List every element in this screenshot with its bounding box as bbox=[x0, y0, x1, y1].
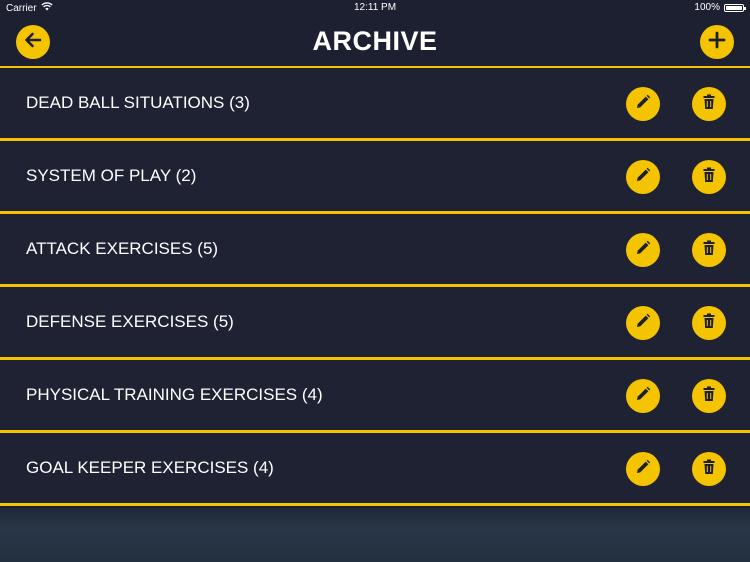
battery-icon bbox=[724, 3, 746, 12]
status-bar: Carrier 12:11 PM 100% bbox=[0, 0, 750, 16]
list-item-label: SYSTEM OF PLAY (2) bbox=[26, 166, 197, 185]
trash-icon bbox=[700, 239, 718, 262]
archive-list: DEAD BALL SITUATIONS (3) SYSTEM OF PLAY … bbox=[0, 68, 750, 506]
pencil-icon bbox=[634, 458, 652, 481]
list-item[interactable]: SYSTEM OF PLAY (2) bbox=[0, 141, 750, 214]
delete-button[interactable] bbox=[692, 452, 726, 486]
delete-button[interactable] bbox=[692, 87, 726, 121]
battery-level bbox=[726, 5, 742, 10]
delete-button[interactable] bbox=[692, 379, 726, 413]
pencil-icon bbox=[634, 312, 652, 335]
list-item-label: DEAD BALL SITUATIONS (3) bbox=[26, 93, 250, 112]
edit-button[interactable] bbox=[626, 379, 660, 413]
header: ARCHIVE bbox=[0, 16, 750, 68]
list-item[interactable]: PHYSICAL TRAINING EXERCISES (4) bbox=[0, 360, 750, 433]
battery-label: 100% bbox=[694, 2, 720, 13]
list-item-label: DEFENSE EXERCISES (5) bbox=[26, 312, 234, 331]
add-button[interactable] bbox=[700, 25, 734, 59]
trash-icon bbox=[700, 166, 718, 189]
pencil-icon bbox=[634, 93, 652, 116]
edit-button[interactable] bbox=[626, 160, 660, 194]
edit-button[interactable] bbox=[626, 306, 660, 340]
edit-button[interactable] bbox=[626, 87, 660, 121]
delete-button[interactable] bbox=[692, 306, 726, 340]
list-item[interactable]: DEFENSE EXERCISES (5) bbox=[0, 287, 750, 360]
list-item-label: PHYSICAL TRAINING EXERCISES (4) bbox=[26, 385, 323, 404]
status-time: 12:11 PM bbox=[353, 2, 397, 13]
trash-icon bbox=[700, 458, 718, 481]
pencil-icon bbox=[634, 385, 652, 408]
pencil-icon bbox=[634, 239, 652, 262]
plus-icon bbox=[707, 30, 727, 55]
trash-icon bbox=[700, 312, 718, 335]
edit-button[interactable] bbox=[626, 452, 660, 486]
list-item[interactable]: ATTACK EXERCISES (5) bbox=[0, 214, 750, 287]
background-image-area bbox=[0, 508, 750, 562]
list-item-label: GOAL KEEPER EXERCISES (4) bbox=[26, 458, 274, 477]
trash-icon bbox=[700, 385, 718, 408]
page-title: ARCHIVE bbox=[312, 26, 438, 56]
archive-screen: Carrier 12:11 PM 100% ARCHIVE DEAD BALL … bbox=[0, 0, 750, 562]
list-item[interactable]: GOAL KEEPER EXERCISES (4) bbox=[0, 433, 750, 506]
pencil-icon bbox=[634, 166, 652, 189]
edit-button[interactable] bbox=[626, 233, 660, 267]
status-right: 100% bbox=[694, 2, 746, 13]
list-item[interactable]: DEAD BALL SITUATIONS (3) bbox=[0, 68, 750, 141]
trash-icon bbox=[700, 93, 718, 116]
delete-button[interactable] bbox=[692, 233, 726, 267]
list-item-label: ATTACK EXERCISES (5) bbox=[26, 239, 219, 258]
delete-button[interactable] bbox=[692, 160, 726, 194]
